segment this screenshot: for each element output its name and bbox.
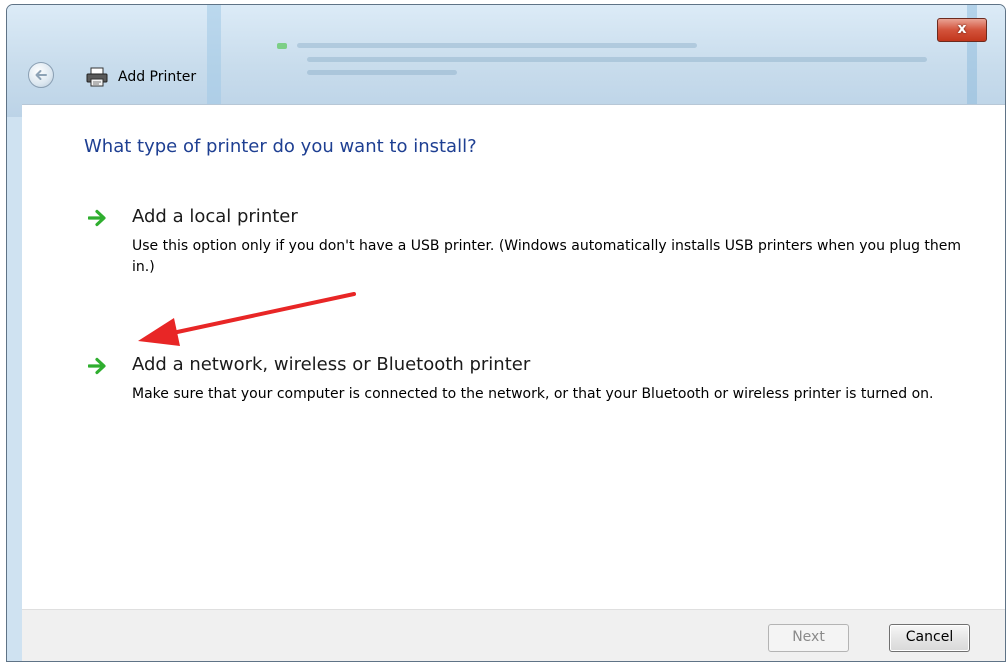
glass-reflection <box>207 5 221 117</box>
title-bar <box>7 5 1005 117</box>
green-arrow-icon <box>88 209 106 227</box>
background-blur <box>307 57 927 62</box>
cancel-button[interactable]: Cancel <box>889 624 970 652</box>
close-icon: x <box>957 21 967 37</box>
wizard-content: What type of printer do you want to inst… <box>22 104 1005 609</box>
background-blur <box>297 43 697 48</box>
close-button[interactable]: x <box>937 18 987 42</box>
option-title: Add a network, wireless or Bluetooth pri… <box>132 354 531 375</box>
printer-icon <box>86 67 108 87</box>
page-heading: What type of printer do you want to inst… <box>84 136 477 157</box>
background-blur <box>307 70 457 75</box>
option-description: Use this option only if you don't have a… <box>132 238 962 275</box>
background-blur <box>277 43 287 49</box>
option-title: Add a local printer <box>132 206 298 227</box>
wizard-footer: Next Cancel <box>22 609 1005 661</box>
option-description: Make sure that your computer is connecte… <box>132 386 934 402</box>
back-button[interactable] <box>28 62 54 88</box>
back-arrow-icon <box>35 70 47 80</box>
green-arrow-icon <box>88 357 106 375</box>
add-printer-window: x Add Printer What type of printer do yo… <box>6 4 1006 662</box>
window-title: Add Printer <box>118 69 197 85</box>
next-button[interactable]: Next <box>768 624 849 652</box>
